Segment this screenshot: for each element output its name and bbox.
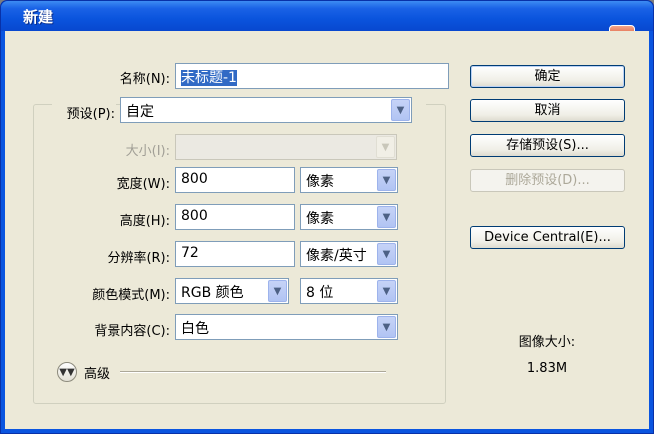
double-chevron-down-icon[interactable]: ▼▼ xyxy=(57,362,77,382)
color-mode-value: RGB 颜色 xyxy=(181,285,244,301)
delete-preset-button[interactable]: 删除预设(D)... xyxy=(470,169,625,192)
advanced-label[interactable]: 高级 xyxy=(84,363,110,382)
image-size-value: 1.83M xyxy=(526,361,568,376)
resolution-unit-select[interactable]: 像素/英寸 ▼ xyxy=(300,241,398,267)
background-value: 白色 xyxy=(181,321,209,337)
chevron-down-icon: ▼ xyxy=(376,136,395,158)
image-size-label: 图像大小: xyxy=(518,335,576,350)
chevron-down-icon: ▼ xyxy=(377,316,396,338)
height-input[interactable]: 800 xyxy=(175,204,295,230)
chevron-down-icon: ▼ xyxy=(377,206,396,228)
ok-button[interactable]: 确定 xyxy=(470,65,625,88)
background-label: 背景内容(C): xyxy=(94,324,170,339)
size-label: 大小(I): xyxy=(125,144,170,159)
size-select[interactable]: ▼ xyxy=(175,134,397,160)
preset-select-value: 自定 xyxy=(126,104,154,120)
resolution-label: 分辨率(R): xyxy=(107,251,170,266)
bit-depth-value: 8 位 xyxy=(306,285,334,301)
color-mode-select[interactable]: RGB 颜色 ▼ xyxy=(175,278,289,304)
chevron-down-icon: ▼ xyxy=(268,280,287,302)
preset-label: 预设(P): xyxy=(66,107,115,122)
preset-select[interactable]: 自定 ▼ xyxy=(120,97,412,123)
chevron-down-icon: ▼ xyxy=(377,169,396,191)
width-unit-select[interactable]: 像素 ▼ xyxy=(300,167,398,193)
group-label-mask-right xyxy=(412,100,426,114)
height-unit-select[interactable]: 像素 ▼ xyxy=(300,204,398,230)
resolution-input[interactable]: 72 xyxy=(175,241,295,267)
advanced-divider xyxy=(120,371,386,373)
name-input[interactable]: 未标题-1 xyxy=(175,63,449,89)
name-label: 名称(N): xyxy=(119,72,170,87)
width-label: 宽度(W): xyxy=(116,177,170,192)
resolution-unit-value: 像素/英寸 xyxy=(306,248,367,264)
chevron-down-icon: ▼ xyxy=(377,243,396,265)
height-unit-value: 像素 xyxy=(306,211,334,227)
dialog-content: 名称(N): 未标题-1 预设(P): 自定 ▼ 大小(I): ▼ 宽度(W):… xyxy=(0,0,654,434)
width-input-value: 800 xyxy=(181,171,208,187)
color-mode-label: 颜色模式(M): xyxy=(92,288,170,303)
chevron-down-icon: ▼ xyxy=(391,99,410,121)
resolution-input-value: 72 xyxy=(181,245,199,261)
bit-depth-select[interactable]: 8 位 ▼ xyxy=(300,278,398,304)
chevron-down-icon: ▼ xyxy=(377,280,396,302)
cancel-button[interactable]: 取消 xyxy=(470,99,625,122)
height-label: 高度(H): xyxy=(119,214,170,229)
background-select[interactable]: 白色 ▼ xyxy=(175,314,398,340)
width-unit-value: 像素 xyxy=(306,174,334,190)
device-central-button[interactable]: Device Central(E)... xyxy=(470,226,625,249)
width-input[interactable]: 800 xyxy=(175,167,295,193)
name-input-value: 未标题-1 xyxy=(181,70,237,86)
height-input-value: 800 xyxy=(181,208,208,224)
save-preset-button[interactable]: 存储预设(S)... xyxy=(470,134,625,157)
